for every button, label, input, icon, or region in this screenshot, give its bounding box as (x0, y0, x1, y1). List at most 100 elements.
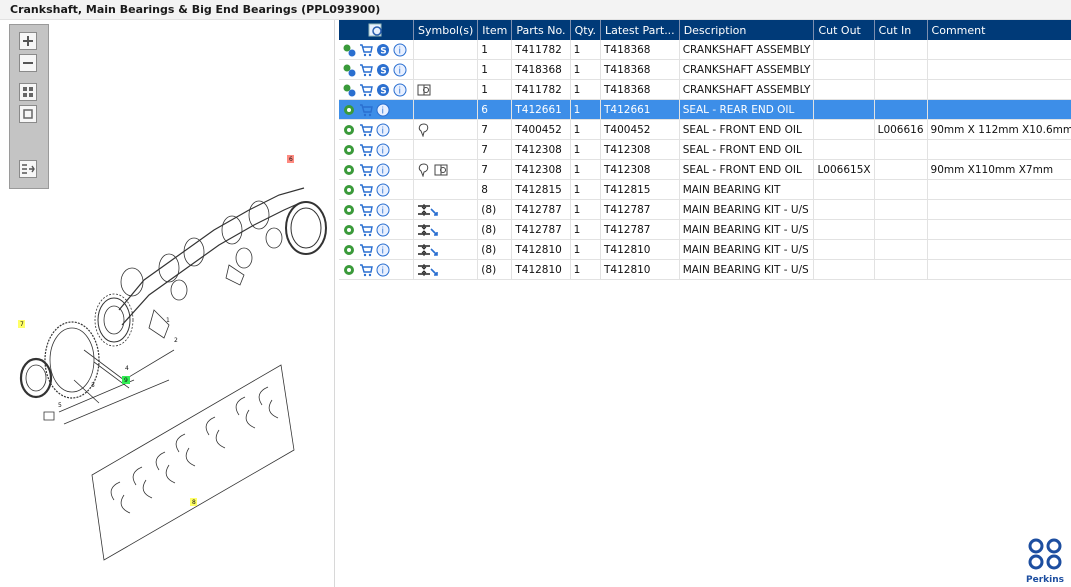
info-icon[interactable]: i (376, 263, 390, 277)
table-header: Symbol(s) Item Parts No. Qty. Latest Par… (339, 20, 1071, 40)
table-row[interactable]: Si 1 T411782 1 T418368 CRANKSHAFT ASSEMBLY (339, 79, 1071, 100)
gear-icon[interactable] (342, 183, 356, 197)
gear-icon[interactable] (342, 63, 356, 77)
row-actions: Si (339, 40, 414, 60)
undersize-icon[interactable] (417, 243, 439, 257)
table-row[interactable]: i (8) T412787 1 T412787 MAIN BEARING KIT - U/… (339, 219, 1071, 240)
cart-icon[interactable] (359, 123, 373, 137)
cart-icon[interactable] (359, 263, 373, 277)
column-header-parts-no[interactable]: Parts No. (511, 20, 571, 40)
gear-icon[interactable] (342, 103, 356, 117)
column-header-description[interactable]: Description (679, 20, 815, 40)
cart-icon[interactable] (359, 83, 373, 97)
list-export-icon[interactable] (19, 160, 37, 178)
grid-view-icon[interactable] (19, 83, 37, 101)
gear-icon[interactable] (342, 143, 356, 157)
table-row[interactable]: i (8) T412787 1 T412787 MAIN BEARING KIT - U/… (339, 199, 1071, 220)
zoom-in-icon[interactable] (19, 32, 37, 50)
gear-icon[interactable] (342, 83, 356, 97)
gear-icon[interactable] (342, 263, 356, 277)
book-icon[interactable] (434, 163, 448, 177)
row-cut-in (874, 239, 928, 260)
row-latest-part: T412308 (600, 159, 680, 180)
balloon-icon[interactable] (417, 122, 431, 137)
info-icon[interactable]: i (376, 243, 390, 257)
info-icon[interactable]: i (376, 223, 390, 237)
info-icon[interactable]: i (393, 63, 407, 77)
gear-icon[interactable] (342, 223, 356, 237)
table-row[interactable]: Si 1 T418368 1 T418368 CRANKSHAFT ASSEMBLY (339, 59, 1071, 80)
s-icon[interactable]: S (376, 63, 390, 77)
diagram-panel[interactable]: 6 7 8 9 1 2 3 4 5 (4, 20, 335, 587)
gear-icon[interactable] (342, 123, 356, 137)
title-bar: Crankshaft, Main Bearings & Big End Bear… (0, 0, 1071, 20)
table-row[interactable]: i 7 T412308 1 T412308 SEAL - FRONT END OIL L00… (339, 159, 1071, 180)
row-comment: 90mm X 112mm X10.6mm (927, 119, 1071, 140)
info-icon[interactable]: i (393, 83, 407, 97)
row-actions: i (339, 119, 414, 140)
column-header-actions[interactable] (339, 20, 414, 40)
row-symbols (413, 79, 479, 100)
gear-icon[interactable] (342, 243, 356, 257)
row-item: 1 (477, 79, 513, 100)
row-cut-in (874, 99, 928, 120)
row-item: 7 (477, 159, 513, 180)
gear-icon[interactable] (342, 163, 356, 177)
callout-1: 1 (166, 317, 170, 324)
row-description: CRANKSHAFT ASSEMBLY (679, 59, 815, 80)
undersize-icon[interactable] (417, 203, 439, 217)
table-row[interactable]: i 8 T412815 1 T412815 MAIN BEARING KIT (339, 179, 1071, 200)
exploded-diagram[interactable]: 6 7 8 9 1 2 3 4 5 (4, 20, 334, 587)
svg-text:i: i (382, 246, 385, 256)
s-icon[interactable]: S (376, 43, 390, 57)
row-symbols (413, 179, 479, 200)
column-header-symbols[interactable]: Symbol(s) (413, 20, 479, 40)
zoom-out-icon[interactable] (19, 54, 37, 72)
s-icon[interactable]: S (376, 83, 390, 97)
cart-icon[interactable] (359, 163, 373, 177)
gear-icon[interactable] (342, 203, 356, 217)
book-icon[interactable] (417, 83, 431, 97)
info-icon[interactable]: i (376, 203, 390, 217)
column-header-cut-in[interactable]: Cut In (874, 20, 928, 40)
cart-icon[interactable] (359, 63, 373, 77)
gear-icon[interactable] (342, 43, 356, 57)
cart-icon[interactable] (359, 243, 373, 257)
cart-icon[interactable] (359, 103, 373, 117)
row-cut-out (813, 199, 875, 220)
row-cut-in (874, 179, 928, 200)
column-header-latest-part[interactable]: Latest Part... (600, 20, 680, 40)
balloon-icon[interactable] (417, 162, 431, 177)
info-icon[interactable]: i (376, 163, 390, 177)
column-header-cut-out[interactable]: Cut Out (813, 20, 875, 40)
cart-icon[interactable] (359, 143, 373, 157)
row-cut-out (813, 259, 875, 280)
info-icon[interactable]: i (376, 143, 390, 157)
fit-view-icon[interactable] (19, 105, 37, 123)
cart-icon[interactable] (359, 203, 373, 217)
table-row[interactable]: i 7 T412308 1 T412308 SEAL - FRONT END OIL (339, 139, 1071, 160)
row-latest-part: T412815 (600, 179, 680, 200)
table-row[interactable]: i (8) T412810 1 T412810 MAIN BEARING KIT - U/… (339, 259, 1071, 280)
table-row[interactable]: i 6 T412661 1 T412661 SEAL - REAR END OIL (339, 99, 1071, 120)
row-qty: 1 (570, 239, 601, 260)
row-latest-part: T412308 (600, 139, 680, 160)
info-icon[interactable]: i (376, 183, 390, 197)
cart-icon[interactable] (359, 223, 373, 237)
table-row[interactable]: Si 1 T411782 1 T418368 CRANKSHAFT ASSEMBLY (339, 40, 1071, 60)
info-icon[interactable]: i (393, 43, 407, 57)
info-icon[interactable]: i (376, 103, 390, 117)
row-cut-out (813, 219, 875, 240)
row-parts-no: T411782 (511, 40, 571, 60)
column-header-item[interactable]: Item (477, 20, 513, 40)
cart-icon[interactable] (359, 43, 373, 57)
column-header-comment[interactable]: Comment (927, 20, 1071, 40)
table-row[interactable]: i 7 T400452 1 T400452 SEAL - FRONT END OIL L00… (339, 119, 1071, 140)
undersize-icon[interactable] (417, 263, 439, 277)
column-header-qty[interactable]: Qty. (570, 20, 601, 40)
cart-icon[interactable] (359, 183, 373, 197)
row-item: (8) (477, 259, 513, 280)
info-icon[interactable]: i (376, 123, 390, 137)
table-row[interactable]: i (8) T412810 1 T412810 MAIN BEARING KIT - U/… (339, 239, 1071, 260)
undersize-icon[interactable] (417, 223, 439, 237)
